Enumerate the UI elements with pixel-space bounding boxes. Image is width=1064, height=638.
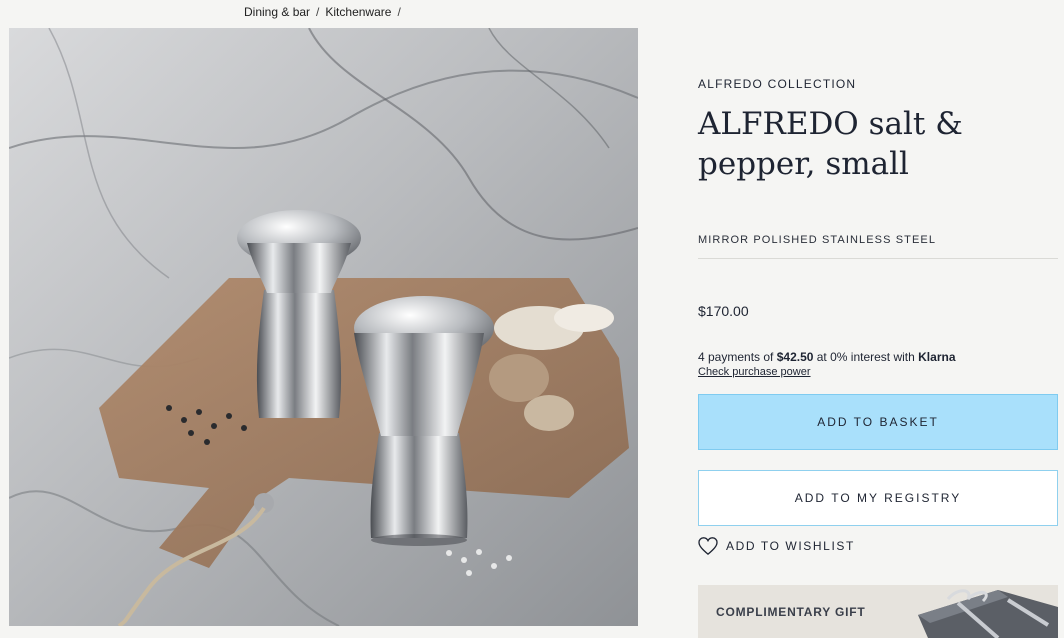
product-photo-illustration — [9, 28, 638, 626]
product-title: ALFREDO salt & pepper, small — [698, 106, 963, 182]
breadcrumb-kitchenware[interactable]: Kitchenware — [325, 5, 391, 19]
material-label: MIRROR POLISHED STAINLESS STEEL — [698, 234, 937, 246]
add-to-wishlist-button[interactable]: ADD TO WISHLIST — [698, 537, 855, 555]
klarna-amount: $42.50 — [776, 350, 814, 364]
breadcrumb-separator: / — [397, 5, 401, 19]
add-to-basket-label: ADD TO BASKET — [817, 415, 939, 429]
complimentary-gift-banner[interactable]: COMPLIMENTARY GIFT — [698, 585, 1058, 638]
gift-box-image — [918, 589, 1058, 638]
collection-label[interactable]: ALFREDO COLLECTION — [698, 77, 856, 91]
klarna-prefix: 4 payments of — [698, 350, 777, 364]
klarna-logo: Klarna — [918, 350, 956, 364]
heart-icon — [698, 537, 718, 555]
breadcrumb-dining-bar[interactable]: Dining & bar — [244, 5, 310, 19]
add-to-basket-button[interactable]: ADD TO BASKET — [698, 394, 1058, 450]
add-to-registry-button[interactable]: ADD TO MY REGISTRY — [698, 470, 1058, 526]
divider — [698, 258, 1058, 259]
product-price: $170.00 — [698, 303, 749, 319]
add-to-registry-label: ADD TO MY REGISTRY — [794, 491, 962, 505]
gift-label: COMPLIMENTARY GIFT — [716, 605, 866, 619]
wishlist-label: ADD TO WISHLIST — [726, 539, 855, 553]
check-purchase-power-link[interactable]: Check purchase power — [698, 366, 811, 378]
breadcrumb-separator: / — [316, 5, 320, 19]
klarna-message: 4 payments of $42.50 at 0% interest with… — [698, 350, 956, 364]
klarna-middle: at 0% interest with — [813, 350, 919, 364]
breadcrumb: Dining & bar / Kitchenware / — [244, 5, 401, 19]
product-image[interactable] — [9, 28, 638, 626]
